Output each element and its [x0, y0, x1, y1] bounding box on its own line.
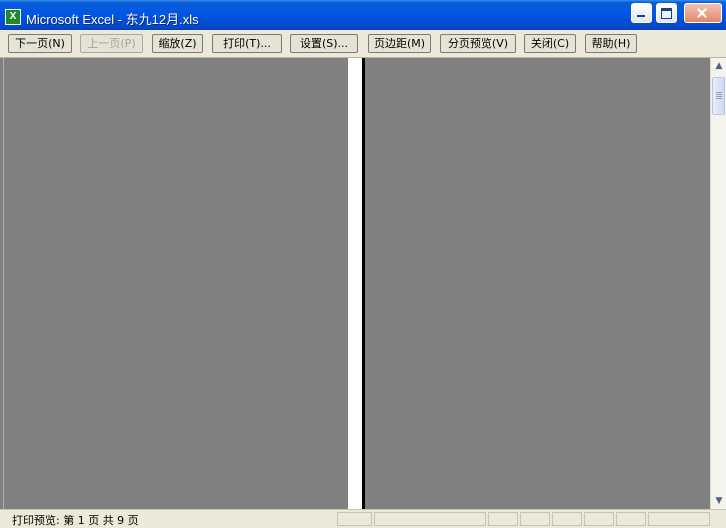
status-panel [616, 512, 646, 526]
scroll-up-arrow-icon[interactable]: ▲ [712, 59, 726, 73]
next-page-button[interactable]: 下一页(N) [8, 34, 72, 53]
page-break-preview-button[interactable]: 分页预览(V) [440, 34, 516, 53]
close-window-button[interactable] [684, 3, 722, 23]
margins-button[interactable]: 页边距(M) [368, 34, 431, 53]
zoom-button[interactable]: 缩放(Z) [152, 34, 203, 53]
status-bar: 打印预览: 第 1 页 共 9 页 [0, 509, 726, 528]
status-panel [520, 512, 550, 526]
status-panel [488, 512, 518, 526]
status-text: 打印预览: 第 1 页 共 9 页 [12, 514, 139, 527]
status-panel [337, 512, 372, 526]
help-button[interactable]: 帮助(H) [585, 34, 637, 53]
status-panel [374, 512, 486, 526]
title-bar: X Microsoft Excel - 东九12月.xls [0, 0, 726, 30]
status-panel [552, 512, 582, 526]
setup-button[interactable]: 设置(S)... [290, 34, 358, 53]
page-preview[interactable] [348, 58, 365, 509]
print-preview-toolbar: 下一页(N) 上一页(P) 缩放(Z) 打印(T)... 设置(S)... 页边… [0, 30, 726, 58]
scrollbar-thumb[interactable] [712, 77, 725, 115]
minimize-button[interactable] [631, 3, 652, 23]
close-preview-button[interactable]: 关闭(C) [524, 34, 576, 53]
preview-area-left[interactable] [3, 58, 349, 509]
print-button[interactable]: 打印(T)... [212, 34, 282, 53]
previous-page-button[interactable]: 上一页(P) [80, 34, 143, 53]
scroll-down-arrow-icon[interactable]: ▼ [712, 494, 726, 508]
vertical-scrollbar[interactable]: ▲ ▼ [710, 58, 726, 509]
excel-icon[interactable]: X [5, 9, 21, 25]
grip-icon [716, 92, 722, 100]
window-title: Microsoft Excel - 东九12月.xls [26, 12, 199, 27]
restore-button[interactable] [656, 3, 677, 23]
preview-area-right[interactable] [368, 58, 710, 509]
status-panel [584, 512, 614, 526]
status-panel [648, 512, 710, 526]
